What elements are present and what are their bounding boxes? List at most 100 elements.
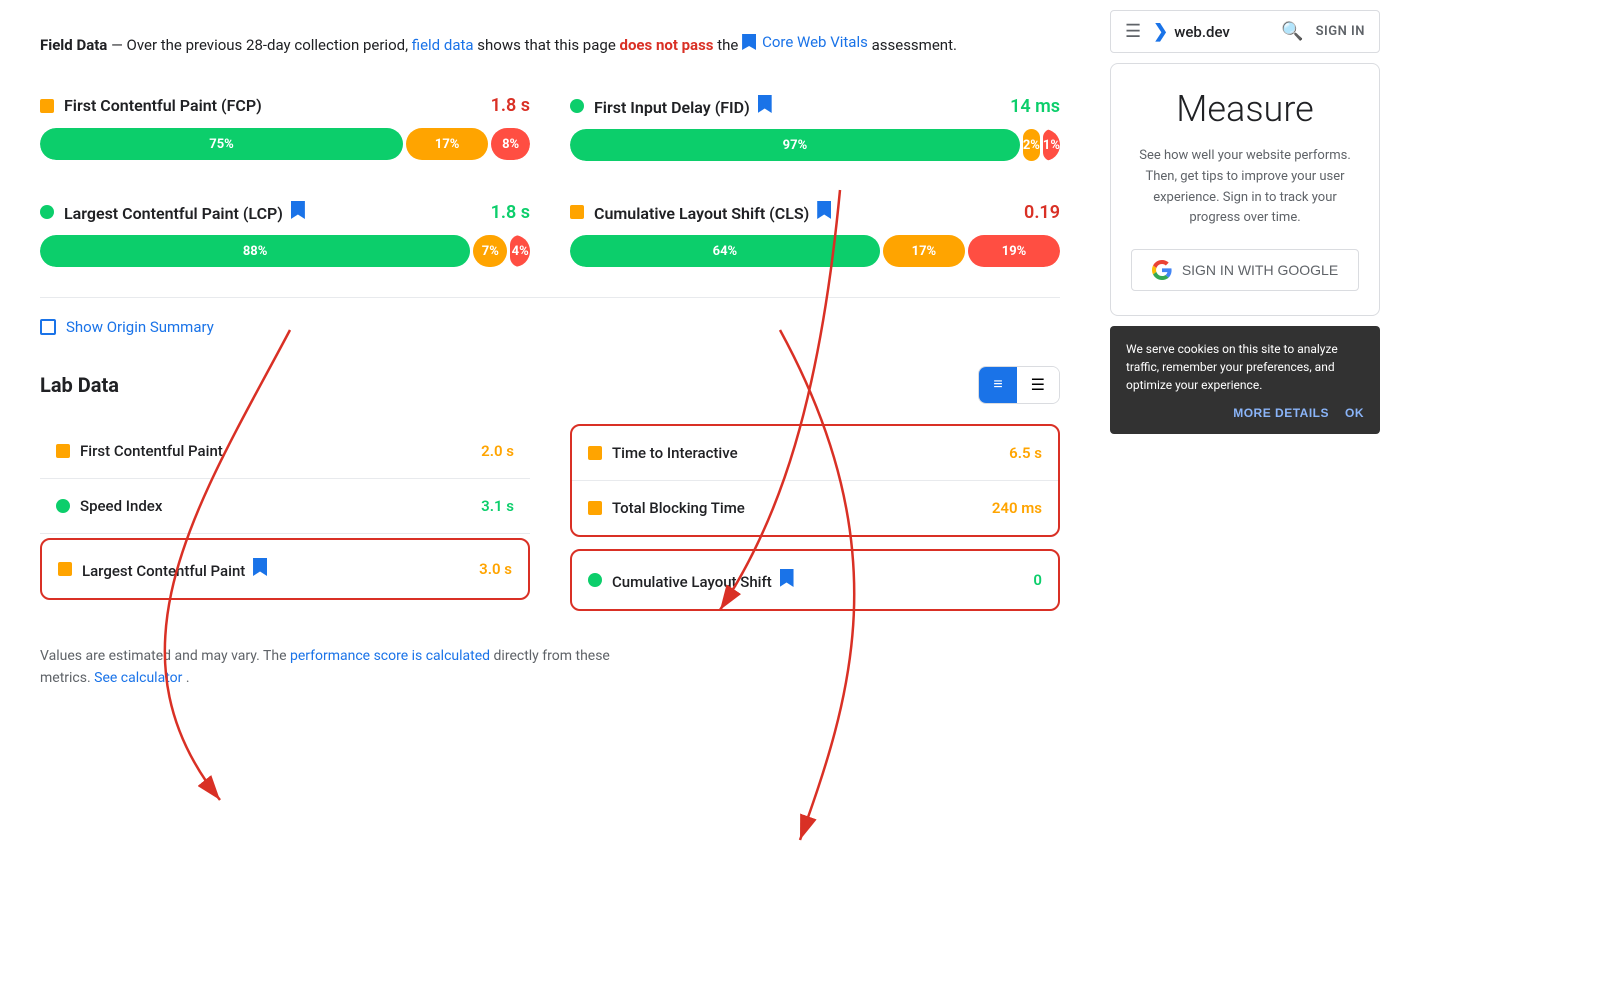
lab-si-value: 3.1 s [481,497,514,515]
metric-fcp-header: First Contentful Paint (FCP) 1.8 s [40,95,530,116]
lab-fcp-value: 2.0 s [481,442,514,460]
metric-lcp-field: Largest Contentful Paint (LCP) 1.8 s 88%… [40,191,530,277]
google-signin-button[interactable]: SIGN IN WITH GOOGLE [1131,249,1359,291]
signin-text[interactable]: SIGN IN [1316,24,1365,39]
field-metrics-grid: First Contentful Paint (FCP) 1.8 s 75% 1… [40,85,1060,298]
fid-bar-red: 1% [1043,129,1060,161]
cls-field-title: Cumulative Layout Shift (CLS) [594,201,1014,223]
metric-lcp-field-header: Largest Contentful Paint (LCP) 1.8 s [40,201,530,223]
lcp-field-bar-green: 88% [40,235,470,267]
lab-cls-value: 0 [1033,571,1042,589]
lab-data-title: Lab Data [40,373,119,397]
fcp-bar: 75% 17% 8% [40,128,530,160]
lab-fcp-name: First Contentful Paint [80,442,471,460]
cls-field-bookmark [817,201,831,219]
lab-tti-row: Time to Interactive 6.5 s [572,426,1058,481]
footer-text4: . [186,670,190,686]
lab-data-section: Lab Data ≡ ☰ First Contentful Paint 2.0 … [40,366,1060,615]
cls-field-bar-orange: 17% [883,235,965,267]
core-web-vitals-link[interactable]: Core Web Vitals [742,30,868,54]
lab-fcp-icon [56,444,70,458]
metric-fcp: First Contentful Paint (FCP) 1.8 s 75% 1… [40,85,530,171]
more-details-button[interactable]: MORE DETAILS [1233,406,1329,420]
lab-left-column: First Contentful Paint 2.0 s Speed Index… [40,424,530,615]
lab-lcp-name: Largest Contentful Paint [82,558,469,580]
lcp-field-bar: 88% 7% 4% [40,235,530,267]
show-origin-row[interactable]: Show Origin Summary [40,318,1060,336]
header-desc4: assessment. [872,36,957,54]
metric-fid: First Input Delay (FID) 14 ms 97% 2% 1% [570,85,1060,171]
lab-right-column: Time to Interactive 6.5 s Total Blocking… [570,424,1060,615]
lab-tbt-row: Total Blocking Time 240 ms [572,481,1058,535]
lab-cls-icon [588,573,602,587]
lcp-field-bookmark [291,201,305,219]
fail-text: does not pass [620,36,714,54]
google-signin-label: SIGN IN WITH GOOGLE [1182,262,1338,278]
lab-si-row: Speed Index 3.1 s [40,479,530,534]
fcp-title: First Contentful Paint (FCP) [64,96,481,115]
fcp-icon [40,99,54,113]
cls-field-value: 0.19 [1024,202,1060,223]
show-origin-label[interactable]: Show Origin Summary [66,318,214,336]
fid-bar-orange: 2% [1023,129,1040,161]
lab-tbt-value: 240 ms [992,499,1042,517]
measure-card: Measure See how well your website perfor… [1110,63,1380,316]
lcp-field-title: Largest Contentful Paint (LCP) [64,201,481,223]
metric-fid-header: First Input Delay (FID) 14 ms [570,95,1060,117]
cookie-text: We serve cookies on this site to analyze… [1126,340,1364,394]
field-data-link[interactable]: field data [412,36,474,54]
lab-lcp-bookmark [253,558,267,576]
cls-field-bar-red: 19% [968,235,1060,267]
fid-bar-green: 97% [570,129,1020,161]
google-icon [1152,260,1172,280]
header-desc1: — Over the previous 28-day collection pe… [111,36,412,54]
search-icon[interactable]: 🔍 [1281,21,1303,42]
webdev-arrow-icon: ❯ [1153,21,1168,42]
perf-score-link[interactable]: performance score is calculated [290,648,490,664]
cwv-bookmark-icon [742,34,756,50]
lab-lcp-icon [58,562,72,576]
toggle-list-btn[interactable]: ☰ [1017,367,1059,403]
fcp-bar-green: 75% [40,128,403,160]
fcp-bar-orange: 17% [406,128,488,160]
cookie-banner: We serve cookies on this site to analyze… [1110,326,1380,434]
calculator-link[interactable]: See calculator [94,670,182,686]
metric-cls-field: Cumulative Layout Shift (CLS) 0.19 64% 1… [570,191,1060,277]
fcp-value: 1.8 s [491,95,530,116]
lab-cls-row: Cumulative Layout Shift 0 [570,549,1060,611]
ok-button[interactable]: OK [1345,406,1364,420]
lab-tti-icon [588,446,602,460]
lcp-field-bar-orange: 7% [473,235,507,267]
lab-lcp-row: Largest Contentful Paint 3.0 s [40,538,530,600]
lcp-field-value: 1.8 s [491,202,530,223]
fid-icon [570,99,584,113]
footer-text2: directly from these [494,648,610,664]
main-content: Field Data — Over the previous 28-day co… [0,0,1100,1000]
header-desc3: the [717,36,742,54]
show-origin-checkbox[interactable] [40,319,56,335]
field-data-label: Field Data [40,36,107,54]
footer-text3: metrics. [40,670,94,686]
metric-cls-field-header: Cumulative Layout Shift (CLS) 0.19 [570,201,1060,223]
cls-field-bar: 64% 17% 19% [570,235,1060,267]
lab-si-icon [56,499,70,513]
fid-value: 14 ms [1010,96,1060,117]
header-desc2: shows that this page [477,36,619,54]
fid-bookmark [758,95,772,113]
lab-fcp-row: First Contentful Paint 2.0 s [40,424,530,479]
lab-si-name: Speed Index [80,497,471,515]
lcp-field-bar-red: 4% [510,235,530,267]
hamburger-icon[interactable]: ☰ [1125,21,1141,42]
lab-cls-bookmark [780,569,794,587]
footer-notes: Values are estimated and may vary. The p… [40,645,1060,690]
webdev-logo-text: web.dev [1174,23,1230,41]
toggle-grid-btn[interactable]: ≡ [979,367,1016,403]
footer-text1: Values are estimated and may vary. The [40,648,290,664]
cwv-link-text: Core Web Vitals [762,30,868,54]
fcp-bar-red: 8% [491,128,530,160]
tti-tbt-highlight-group: Time to Interactive 6.5 s Total Blocking… [570,424,1060,537]
view-toggle[interactable]: ≡ ☰ [978,366,1060,404]
fid-bar: 97% 2% 1% [570,129,1060,161]
lab-lcp-value: 3.0 s [479,560,512,578]
fid-title: First Input Delay (FID) [594,95,1000,117]
